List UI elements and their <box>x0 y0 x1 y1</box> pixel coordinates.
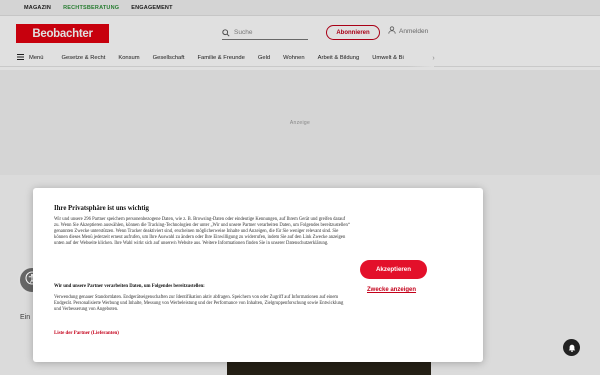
chat-button[interactable] <box>563 339 580 356</box>
consent-purposes-text: Verwendung genauer Standortdaten. Endger… <box>54 295 344 313</box>
consent-title: Ihre Privatsphäre ist uns wichtig <box>54 205 149 212</box>
partners-list-link[interactable]: Liste der Partner (Lieferanten) <box>54 331 119 336</box>
accept-button[interactable]: Akzeptieren <box>360 260 427 279</box>
consent-subtitle: Wir und unsere Partner verarbeiten Daten… <box>54 284 205 289</box>
page: MAGAZIN RECHTSBERATUNG ENGAGEMENT Beobac… <box>0 0 600 375</box>
consent-body: Wir und unsere 296 Partner speichern per… <box>54 217 350 247</box>
show-purposes-link[interactable]: Zwecke anzeigen <box>367 287 416 293</box>
bell-icon <box>568 339 576 357</box>
